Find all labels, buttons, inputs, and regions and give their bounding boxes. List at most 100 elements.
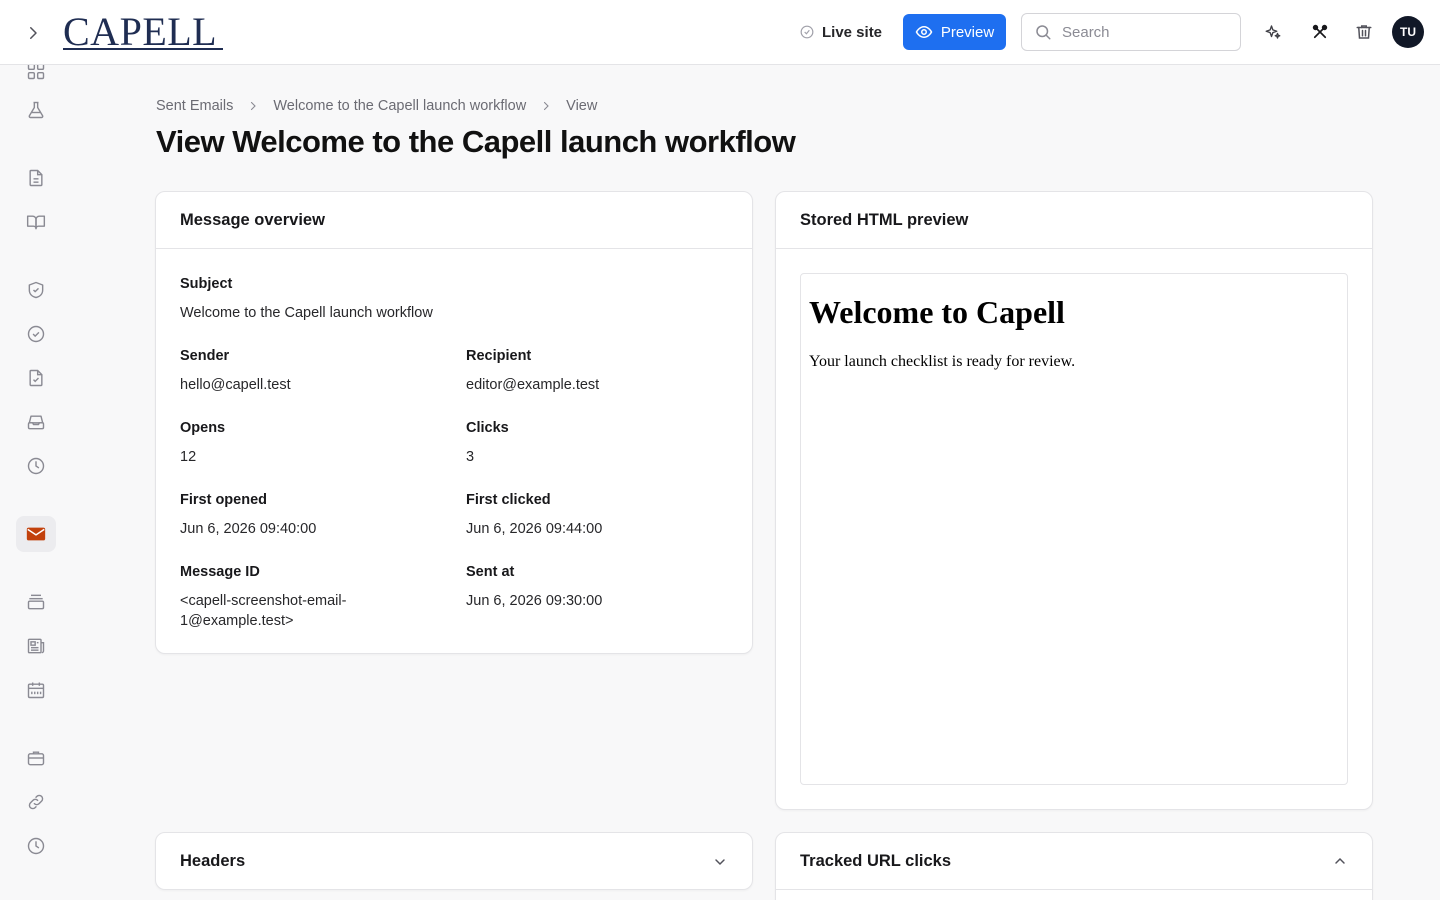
sidebar-item-news[interactable] [16, 628, 56, 664]
inbox-icon [27, 415, 45, 430]
chevron-up-icon [1335, 857, 1345, 864]
email-heading: Welcome to Capell [809, 294, 1065, 330]
headers-section: Headers [155, 832, 753, 890]
sidebar-item-security[interactable] [16, 272, 56, 308]
history-icon [27, 837, 45, 855]
logo[interactable]: CAPELL [63, 8, 223, 54]
dashboard-icon [27, 65, 45, 80]
headers-toggle[interactable]: Headers [156, 833, 752, 890]
subject-field: Subject Welcome to the Capell launch wor… [180, 275, 433, 323]
sidebar-item-docs[interactable] [16, 204, 56, 240]
message-overview-card: Message overview Subject Welcome to the … [155, 191, 753, 654]
tools-icon [1312, 24, 1328, 39]
sidebar-item-reviews[interactable] [16, 360, 56, 396]
trash-icon [1356, 25, 1372, 39]
email-preview-frame[interactable]: Welcome to Capell Your launch checklist … [800, 273, 1348, 785]
breadcrumb-sent-emails[interactable]: Sent Emails [156, 98, 233, 114]
archive-icon [27, 594, 45, 610]
sidebar [0, 65, 72, 900]
newspaper-icon [27, 638, 45, 654]
logo-underline [63, 48, 223, 50]
search-input[interactable] [1062, 23, 1222, 41]
preview-button[interactable]: Preview [903, 14, 1006, 50]
sidebar-item-archive[interactable] [16, 584, 56, 620]
check-circle-icon [27, 325, 45, 343]
sender-field: Sender hello@capell.test [180, 347, 291, 395]
sidebar-item-history[interactable] [16, 828, 56, 864]
breadcrumb: Sent Emails Welcome to the Capell launch… [156, 96, 597, 116]
tracked-url-clicks-toggle[interactable]: Tracked URL clicks [776, 833, 1372, 890]
sent-at-label: Sent at [466, 564, 515, 580]
trash-button[interactable] [1352, 20, 1376, 44]
logo-text: CAPELL [63, 9, 218, 54]
briefcase-icon [27, 751, 45, 766]
page-title: View Welcome to the Capell launch workfl… [156, 124, 796, 159]
sidebar-item-inbox[interactable] [16, 404, 56, 440]
search-box [1021, 13, 1241, 51]
first-opened-value: Jun 6, 2026 09:40:00 [180, 521, 317, 537]
clicks-field: Clicks 3 [466, 419, 509, 467]
tracked-url-clicks-section: Tracked URL clicks [775, 832, 1373, 900]
calendar-icon [27, 682, 45, 699]
sidebar-item-sent-emails[interactable] [16, 516, 56, 552]
live-site-link[interactable]: Live site [800, 20, 882, 44]
ai-sparkle-button[interactable] [1261, 20, 1285, 44]
first-opened-field: First opened Jun 6, 2026 09:40:00 [180, 491, 316, 539]
recipient-label: Recipient [466, 348, 532, 364]
stored-html-preview-card: Stored HTML preview Welcome to Capell Yo… [775, 191, 1373, 810]
recipient-value: editor@example.test [466, 377, 600, 393]
message-overview-heading: Message overview [156, 192, 752, 249]
sidebar-item-approvals[interactable] [16, 316, 56, 352]
file-check-icon [29, 369, 43, 387]
subject-label: Subject [180, 276, 233, 292]
document-icon [29, 169, 43, 187]
first-clicked-value: Jun 6, 2026 09:44:00 [466, 521, 603, 537]
breadcrumb-current: View [566, 98, 598, 114]
first-clicked-field: First clicked Jun 6, 2026 09:44:00 [466, 491, 602, 539]
sidebar-item-jobs[interactable] [16, 740, 56, 776]
headers-heading: Headers [180, 852, 246, 870]
user-avatar[interactable]: TU [1392, 16, 1424, 48]
clicks-label: Clicks [466, 420, 509, 436]
mail-icon [26, 527, 46, 541]
breadcrumb-email[interactable]: Welcome to the Capell launch workflow [273, 98, 526, 114]
shield-check-icon [28, 281, 44, 299]
clicks-value: 3 [466, 449, 475, 465]
check-circle-icon [800, 25, 814, 39]
chevron-down-icon [715, 858, 725, 865]
stored-html-preview-heading: Stored HTML preview [776, 192, 1372, 249]
clock-icon [27, 457, 45, 475]
sidebar-item-schedule[interactable] [16, 448, 56, 484]
flask-icon [28, 101, 44, 119]
sidebar-item-links[interactable] [16, 784, 56, 820]
eye-icon [915, 25, 933, 39]
search-icon [1036, 25, 1051, 40]
sidebar-item-dashboard[interactable] [16, 65, 56, 89]
message-id-line: 1@example.test> [180, 613, 294, 629]
sparkles-icon [1265, 25, 1281, 39]
preview-label: Preview [940, 23, 995, 41]
sidebar-item-calendar[interactable] [16, 672, 56, 708]
first-clicked-label: First clicked [466, 492, 551, 508]
sent-at-value: Jun 6, 2026 09:30:00 [466, 593, 603, 609]
book-icon [26, 215, 46, 230]
top-bar: CAPELL Live site Preview TU [0, 0, 1440, 65]
message-id-value: <capell-screenshot-email- 1@example.test… [180, 591, 346, 631]
first-opened-label: First opened [180, 492, 268, 508]
sidebar-item-pages[interactable] [16, 160, 56, 196]
message-id-field: Message ID <capell-screenshot-email- 1@e… [180, 563, 346, 631]
sidebar-toggle-button[interactable] [18, 18, 48, 48]
sender-label: Sender [180, 348, 230, 364]
chevron-right-icon [251, 101, 257, 111]
sent-at-field: Sent at Jun 6, 2026 09:30:00 [466, 563, 602, 611]
tracked-url-clicks-heading: Tracked URL clicks [800, 851, 952, 870]
opens-value: 12 [180, 449, 197, 465]
chevron-right-icon [30, 27, 37, 39]
sender-value: hello@capell.test [180, 377, 291, 393]
sidebar-item-labs[interactable] [16, 92, 56, 128]
live-site-label: Live site [822, 23, 883, 41]
link-icon [28, 794, 44, 810]
recipient-field: Recipient editor@example.test [466, 347, 599, 395]
tools-button[interactable] [1308, 20, 1332, 44]
email-body: Your launch checklist is ready for revie… [809, 353, 1076, 370]
